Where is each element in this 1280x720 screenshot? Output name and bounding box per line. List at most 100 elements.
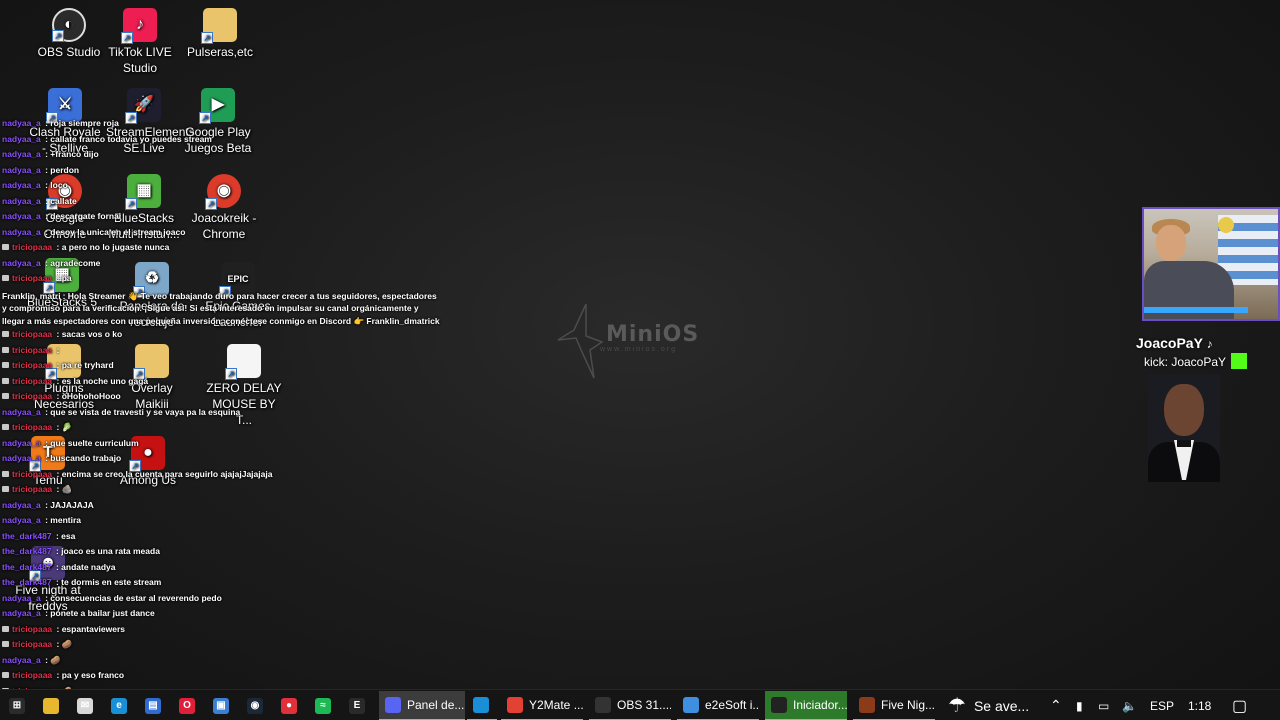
mail-icon[interactable]: ✉ (68, 690, 102, 720)
chat-message: nadyaa_a : callate franco todavia yo pue… (2, 134, 442, 150)
chat-badge-icon (2, 641, 9, 647)
clock[interactable]: 1:18 (1188, 690, 1211, 720)
chat-text: : sacas vos o ko (54, 329, 123, 339)
usb-icon[interactable]: ▮ (1076, 690, 1083, 720)
chat-message: nadyaa_a : agradecome (2, 258, 442, 274)
edge-icon[interactable]: e (102, 690, 136, 720)
chat-message: Franklin_matri: Hola Streamer 👋 Te veo t… (2, 289, 442, 330)
chat-username: nadyaa_a (2, 164, 41, 175)
chat-text: : pa re tryhard (54, 360, 114, 370)
chat-username: triciopaaa (12, 329, 53, 339)
chat-username: triciopaaa (12, 422, 53, 432)
weather-widget[interactable]: ☂ Se ave... (948, 690, 1029, 720)
desktop-icon-label: Pulseras,etc (186, 45, 254, 59)
chat-message: triciopaaa : pa re tryhard (2, 360, 442, 376)
taskbar-app-button[interactable]: e2eSoft i... (677, 691, 759, 720)
chat-text: : descargate fornai (42, 211, 122, 221)
chat-username: triciopaaa (12, 273, 53, 283)
rgb-keyboard (1144, 307, 1248, 313)
taskbar-app-label: Panel de... (407, 698, 465, 712)
taskbar-glyph: ▤ (145, 697, 161, 714)
file-explorer-icon[interactable] (34, 690, 68, 720)
taskbar-app-icon[interactable]: ▣ (204, 690, 238, 720)
desktop-icon[interactable]: ◐ ↗ OBS Studio (31, 8, 107, 60)
chat-username: nadyaa_a (2, 453, 41, 463)
taskbar-app-label: e2eSoft i... (705, 698, 759, 712)
kick-logo-icon (1231, 353, 1248, 369)
google-play-icon: ▶ ↗ (199, 88, 235, 124)
chat-badge-icon (2, 331, 9, 337)
chat-message: nadyaa_a : consecuencias de estar al rev… (2, 593, 442, 609)
stream-chat-overlay: nadyaa_a : roja siempre roja nadyaa_a : c… (2, 118, 442, 717)
chat-badge-icon (2, 486, 9, 492)
chat-username: nadyaa_a (2, 592, 41, 603)
desktop-icon[interactable]: ↗ Pulseras,etc (182, 8, 258, 60)
wallpaper-site: www.minios.org (600, 346, 678, 353)
spotify-icon[interactable]: ≈ (306, 690, 340, 720)
streamer-name-label: JoacoPaY ♪ (1136, 335, 1213, 351)
chat-username: triciopaaa (12, 391, 53, 401)
wallpaper-logo: MiniOS www.minios.org (556, 300, 726, 384)
volume-icon[interactable]: 🔈 (1122, 690, 1137, 720)
photo-head (1164, 384, 1204, 436)
chat-message: nadyaa_a : que se vista de travesti y se… (2, 407, 442, 423)
chat-username: triciopaaa (12, 375, 53, 386)
start-button[interactable]: ⊞ (0, 690, 34, 720)
taskbar-glyph: e (111, 697, 127, 714)
taskbar-glyph: ✉ (77, 697, 93, 714)
app-icon (859, 697, 875, 713)
chat-message: nadyaa_a : loco (2, 180, 442, 196)
chat-badge-icon (2, 470, 9, 477)
chat-badge-icon (2, 377, 9, 384)
taskbar-glyph: ≈ (315, 697, 331, 714)
chat-text: : es la noche uno gagá (54, 375, 149, 386)
desktop-icon[interactable]: ♪ ↗ TikTok LIVE Studio (102, 8, 178, 76)
chat-username: nadyaa_a (2, 608, 41, 618)
taskbar-app-label: Iniciador... (793, 698, 847, 712)
clash-royale-icon: ⚔ ↗ (46, 88, 82, 124)
taskbar-app-button[interactable]: Iniciador... (765, 691, 847, 720)
taskbar-app-button[interactable]: OBS 31.... (589, 691, 671, 720)
chat-text: : callate franco todavia yo puedes strea… (42, 133, 212, 144)
chat-username: triciopaaa (12, 242, 53, 252)
flag-sun (1218, 217, 1234, 233)
chat-message: triciopaaa : (2, 345, 442, 361)
store-icon[interactable]: ▤ (136, 690, 170, 720)
taskbar-app-button[interactable] (467, 691, 497, 720)
chat-text: : 🥔 (54, 639, 73, 649)
app-icon (595, 697, 611, 713)
chat-username: nadyaa_a (2, 406, 41, 417)
chevron-up-icon[interactable]: ⌃ (1050, 690, 1062, 720)
taskbar-app-button[interactable]: Five Nig... (853, 691, 935, 720)
network-icon[interactable]: ▭ (1098, 690, 1109, 720)
chat-text: : encima se creo la cuenta para seguirlo… (54, 468, 273, 479)
steam-icon[interactable]: ◉ (238, 690, 272, 720)
language-indicator[interactable]: ESP (1150, 690, 1174, 720)
chat-badge-icon (2, 346, 9, 353)
chat-message: nadyaa_a : que suelte curriculum (2, 438, 442, 454)
epic-games-icon[interactable]: E (340, 690, 374, 720)
record-app-icon[interactable]: ● (272, 690, 306, 720)
taskbar-app-label: OBS 31.... (617, 698, 671, 712)
chat-username: triciopaaa (12, 670, 53, 680)
chat-badge-icon (2, 362, 9, 368)
chat-username: nadyaa_a (2, 499, 41, 510)
chat-username: the_dark487 (2, 546, 52, 556)
chat-message: triciopaaa : 🥔 (2, 639, 442, 655)
chat-message: triciopaaa : a pero no lo jugaste nunca (2, 242, 442, 258)
notification-icon[interactable]: ▢ (1232, 690, 1247, 720)
photo-bowtie (1177, 440, 1191, 447)
umbrella-icon: ☂ (948, 695, 966, 717)
taskbar-app-button[interactable]: Panel de... (379, 691, 465, 720)
chat-message: triciopaaa : pa y eso franco (2, 670, 442, 686)
opera-icon[interactable]: O (170, 690, 204, 720)
chat-text: : callate (42, 195, 77, 206)
chat-username: nadyaa_a (2, 515, 41, 525)
chat-text: : 🪨 (54, 484, 73, 494)
taskbar-glyph: E (349, 697, 365, 714)
chat-username: triciopaaa (12, 623, 53, 634)
chat-badge-icon (2, 275, 9, 281)
taskbar-app-button[interactable]: Y2Mate ... (501, 691, 583, 720)
chat-text: : que suelte curriculum (42, 437, 139, 448)
chat-text: : JAJAJAJA (42, 499, 94, 510)
